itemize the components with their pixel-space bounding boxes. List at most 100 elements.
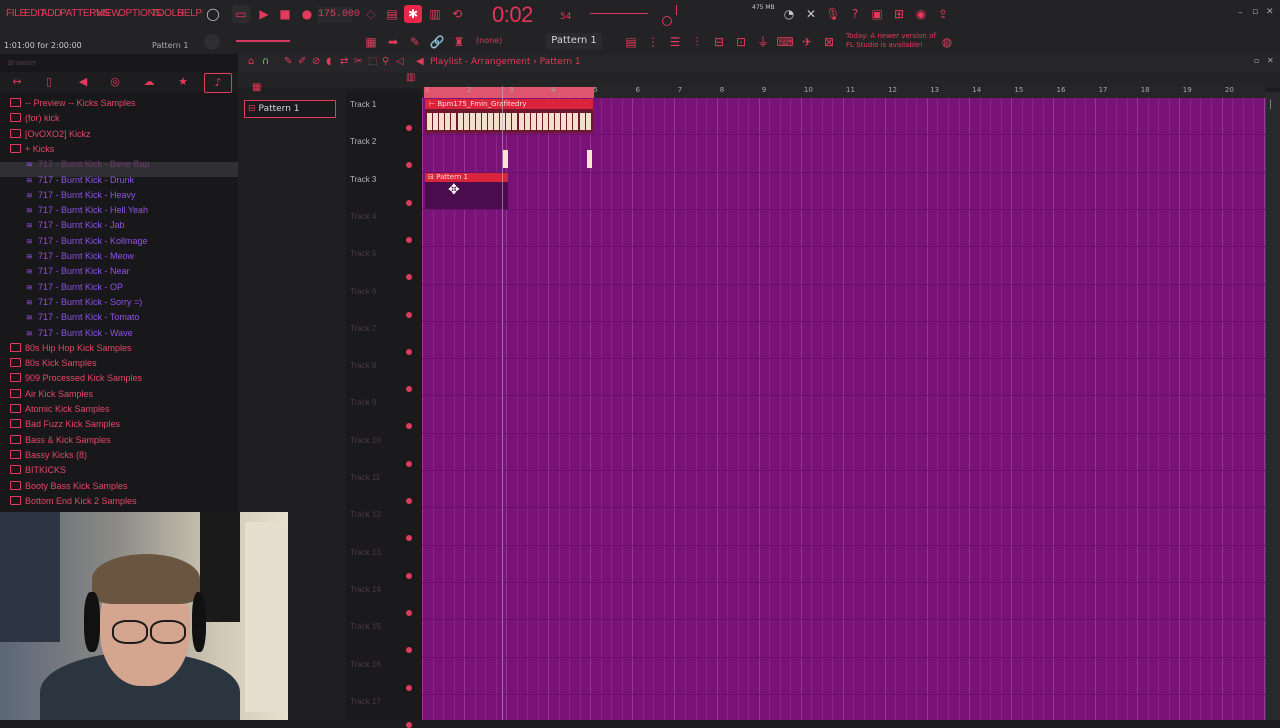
back-icon[interactable]: ◀ (74, 73, 92, 91)
track-mute-led[interactable] (406, 684, 412, 691)
audio-filter-icon[interactable]: ♪ (204, 73, 232, 93)
menu-file[interactable]: FILE (6, 8, 26, 19)
playlist-close-icon[interactable]: ✕ (1267, 56, 1274, 65)
kick-clip[interactable] (503, 150, 508, 168)
browser-sample[interactable]: ≋ 717 - Burnt Kick - Hell Yeah (10, 203, 148, 218)
browser-folder[interactable]: (for) kick (10, 111, 60, 126)
browser-folder[interactable]: Bass & Kick Samples (10, 433, 111, 448)
track-mute-led[interactable] (406, 460, 412, 467)
arrow-left-icon[interactable]: ◀ (416, 56, 424, 67)
browser-sample[interactable]: ≋ 717 - Burnt Kick - Near (10, 264, 130, 279)
browser-folder[interactable]: 909 Processed Kick Samples (10, 371, 142, 386)
audio-clip-header[interactable]: ⊢ Bpm175_Fmin_Grafitedry (425, 99, 593, 109)
track-name[interactable]: Track 5 (350, 249, 376, 258)
channel-selector[interactable]: (none) (476, 36, 502, 45)
track-mute-led[interactable] (406, 311, 412, 318)
track-name[interactable]: Track 8 (350, 361, 376, 370)
paint-tool-icon[interactable]: ✐ (298, 56, 306, 67)
track-name[interactable]: Track 15 (350, 622, 381, 631)
news-icon[interactable]: ◍ (938, 33, 956, 51)
search-icon[interactable]: ◎ (106, 73, 124, 91)
pattern-song-icon[interactable]: ◇ (362, 5, 380, 23)
slip-tool-icon[interactable]: ⇄ (340, 56, 348, 67)
pattern-clip-header[interactable]: ⊟ Pattern 1 (425, 173, 508, 182)
mute-tool-icon[interactable]: ◖ (326, 56, 331, 67)
track-name[interactable]: Track 12 (350, 510, 381, 519)
mixer-icon[interactable]: ⫶ (688, 33, 706, 51)
news-ticker[interactable]: Today: A newer version of FL Studio is a… (846, 32, 936, 50)
help-icon[interactable]: ? (846, 5, 864, 23)
main-volume-knob[interactable] (204, 34, 220, 50)
snap-icon[interactable]: ▦ (362, 33, 380, 51)
browser-sample[interactable]: ≋ 717 - Burnt Kick - Kollmage (10, 234, 148, 249)
tempo-display[interactable]: 175.000 (318, 7, 360, 23)
master-volume-slider[interactable] (590, 13, 648, 14)
track-mute-led[interactable] (406, 125, 412, 131)
track-name[interactable]: Track 1 (350, 100, 376, 109)
upload-icon[interactable]: ⇪ (934, 5, 952, 23)
vertical-scrollbar[interactable] (1266, 92, 1280, 720)
delete-tool-icon[interactable]: ⊘ (312, 56, 320, 67)
playlist-icon[interactable]: ▤ (622, 33, 640, 51)
browser-sample[interactable]: ≋ 717 - Burnt Kick - Heavy (10, 188, 136, 203)
track-mute-led[interactable] (406, 236, 412, 243)
magnet-icon[interactable]: ∩ (262, 56, 269, 67)
star-icon[interactable]: ★ (174, 73, 192, 91)
collapse-icon[interactable]: ↔ (8, 73, 26, 91)
playlist-maximize-icon[interactable]: ▫ (1254, 56, 1259, 65)
piano-roll-icon[interactable]: ⋮ (644, 33, 662, 51)
stamp-icon[interactable]: ♜ (450, 33, 468, 51)
cloud-icon[interactable]: ☁ (140, 73, 158, 91)
cart-icon[interactable]: ⊠ (820, 33, 838, 51)
track-name[interactable]: Track 7 (350, 324, 376, 333)
track-name[interactable]: Track 16 (350, 660, 381, 669)
browser-folder[interactable]: Bassy Kicks (8) (10, 448, 87, 463)
draw-tool-icon[interactable]: ✎ (284, 56, 292, 67)
cpu-knob-icon[interactable]: ◯ (204, 5, 222, 23)
browser-sample[interactable]: ≋ 717 - Burnt Kick - Meow (10, 249, 134, 264)
menu-add[interactable]: ADD (41, 8, 62, 19)
browser-folder[interactable]: Bottom End Kick 2 Samples (10, 494, 137, 509)
browser-toggle-icon[interactable]: ⊟ (710, 33, 728, 51)
chat-icon[interactable]: ◉ (912, 5, 930, 23)
browser-sample[interactable]: ≋ 717 - Burnt Kick - Tomato (10, 310, 139, 325)
cpu-icon[interactable]: ◔ (780, 5, 798, 23)
plug-icon[interactable]: ⏚ (754, 33, 772, 51)
browser-folder[interactable]: -- Preview -- Kicks Samples (10, 96, 136, 111)
playlist-grid[interactable] (422, 98, 1266, 720)
step-edit-icon[interactable]: ▥ (426, 5, 444, 23)
track-name[interactable]: Track 17 (350, 697, 381, 706)
menu-view[interactable]: VIEW (96, 8, 121, 19)
link-icon[interactable]: 🔗 (428, 33, 446, 51)
pattern-list-item[interactable]: ⊟ Pattern 1 (244, 100, 336, 118)
mic-icon[interactable]: 🎙 (824, 5, 842, 23)
track-mute-led[interactable] (406, 199, 412, 206)
file-icon[interactable]: ▯ (40, 73, 58, 91)
play-icon[interactable]: ▶ (255, 5, 273, 23)
track-name[interactable]: Track 6 (350, 287, 376, 296)
piano-icon[interactable]: ⌂ (248, 56, 254, 67)
browser-sample[interactable]: ≋ 717 - Burnt Kick - Bene Bap (10, 157, 150, 172)
track-name[interactable]: Track 2 (350, 137, 376, 146)
song-mode-button[interactable]: ▭ (232, 5, 250, 23)
close-project-icon[interactable]: ✕ (802, 5, 820, 23)
plugin-picker-icon[interactable]: ⊡ (732, 33, 750, 51)
track-mute-led[interactable] (406, 348, 412, 355)
maximize-icon[interactable]: ▫ (1252, 7, 1258, 17)
metronome-button[interactable]: ✱ (404, 5, 422, 23)
track-mute-led[interactable] (406, 498, 412, 504)
track-name[interactable]: Track 10 (350, 436, 381, 445)
playback-tool-icon[interactable]: ◁ (396, 56, 404, 67)
pencil-tool-icon[interactable]: ✎ (406, 33, 424, 51)
grid-icon[interactable]: ▦ (252, 82, 261, 93)
close-window-icon[interactable]: ✕ (1266, 7, 1274, 17)
typing-keyboard-icon[interactable]: ▤ (383, 5, 401, 23)
pattern-view-icon[interactable]: ▥ (406, 72, 415, 83)
pattern-selector[interactable]: Pattern 1 (546, 33, 602, 49)
arrow-right-icon[interactable]: ➡ (384, 33, 402, 51)
loop-record-icon[interactable]: ⟲ (448, 5, 466, 23)
browser-sample[interactable]: ≋ 717 - Burnt Kick - OP (10, 280, 123, 295)
browser-folder[interactable]: [OvOXO2] Kickz (10, 127, 91, 142)
stop-icon[interactable]: ■ (276, 5, 294, 23)
browser-sample[interactable]: ≋ 717 - Burnt Kick - Wave (10, 326, 133, 341)
